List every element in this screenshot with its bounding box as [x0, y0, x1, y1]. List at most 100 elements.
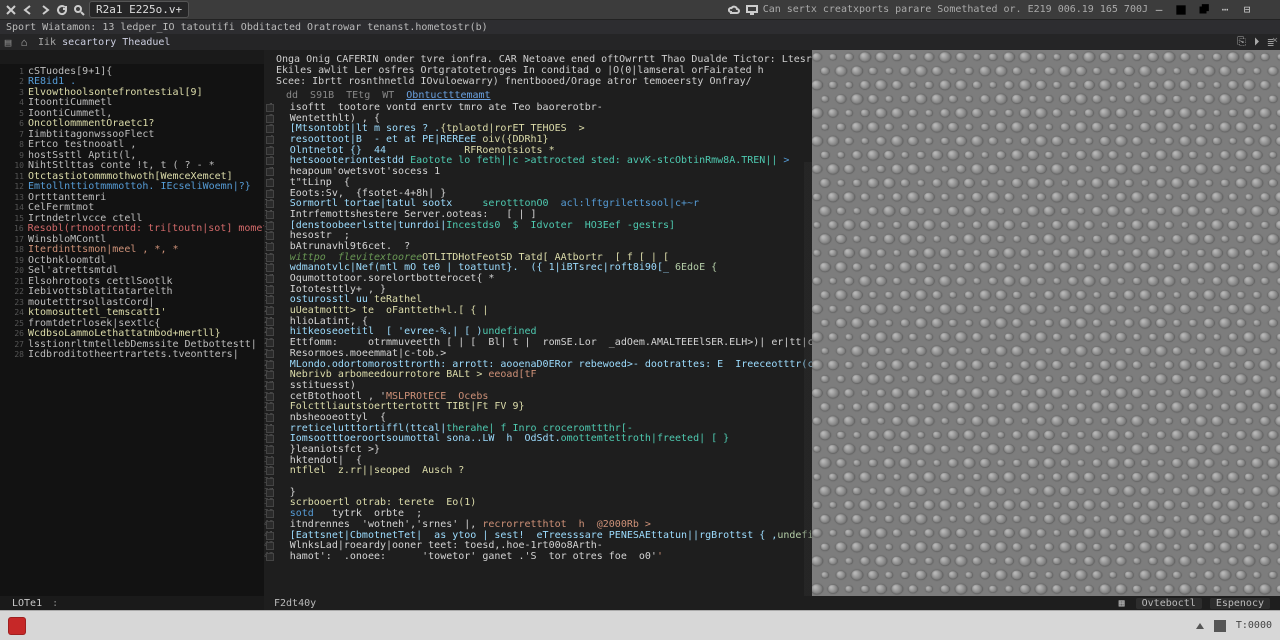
sidebar-item[interactable]: 26WcdbsoLammoLethattatmbod+mertll} — [14, 329, 264, 340]
code-line[interactable]: Folcttliautstoerttertottt TIBt|Ft FV 9} — [278, 401, 812, 412]
code-line[interactable]: t"tLinp { — [278, 177, 812, 188]
tray-flag-icon[interactable] — [1214, 620, 1226, 632]
sidebar-item[interactable]: 22Iebivottsblatitatartelth — [14, 287, 264, 298]
code-lines[interactable]: isoftt tootore vontd enrtv tmro ate Teo … — [278, 101, 812, 626]
code-line[interactable]: WlnksLad|roeardy|ooner teet: toesd,.hoe-… — [278, 540, 812, 551]
path-input[interactable]: R2a1 E225o.v+ — [89, 1, 189, 18]
code-line[interactable]: Olntnetot {} 44 RFRoenotsiots * — [278, 145, 812, 156]
code-line[interactable]: ntflel z.rr||seoped Ausch ? — [278, 465, 812, 476]
code-line[interactable]: Ettfomm: otrmmuveetth [ | [ Bl| t | romS… — [278, 337, 812, 348]
sidebar-item[interactable]: 4ItoontiCummetl — [14, 98, 264, 109]
copy-icon[interactable]: ⎘ — [1237, 35, 1246, 49]
editor-tab[interactable]: WT — [382, 90, 394, 101]
sidebar-item[interactable]: 11Otctastiotommmothwoth[WemceXemcet] — [14, 171, 264, 182]
sidebar-item[interactable]: 23moutetttrsollastCord| — [14, 297, 264, 308]
code-line[interactable]: itndrennes 'wotneh','srnes' |, recrorret… — [278, 519, 812, 530]
tab-close-icon[interactable]: × — [1272, 35, 1278, 46]
editor-tab[interactable]: TEtg — [346, 90, 370, 101]
code-line[interactable] — [278, 476, 812, 487]
sidebar-item[interactable]: 5IoontiCummetl, — [14, 108, 264, 119]
code-line[interactable]: } — [278, 487, 812, 498]
sidebar-item[interactable]: 8Ertco testnooatl , — [14, 140, 264, 151]
back-icon[interactable] — [21, 3, 35, 17]
wclose-icon[interactable] — [1262, 3, 1276, 17]
code-line[interactable]: hamot': .onoee: 'towetor' ganet .'S tor … — [278, 551, 812, 562]
sidebar-item[interactable]: 16Resobl(rtnootrcntd: tri[toutn|sot] mom… — [14, 224, 264, 235]
code-line[interactable]: hlioLatint, { — [278, 316, 812, 327]
code-line[interactable]: Iototesttly+ , } — [278, 284, 812, 295]
sidebar-item[interactable]: 7IimbtitagonwssooFlect — [14, 129, 264, 140]
restore-icon[interactable] — [1196, 3, 1210, 17]
sidebar-item[interactable]: 12Emtollnttiotmmmottoh. IEcseliWoemn|?} — [14, 182, 264, 193]
sidebar-item[interactable]: 20Sel'atrettsmtdl — [14, 266, 264, 277]
reload-icon[interactable] — [55, 3, 69, 17]
tray-expand-icon[interactable] — [1196, 623, 1204, 629]
code-line[interactable]: wittpo flevitextooreeOTLITDHotFeotSD Tat… — [278, 252, 812, 263]
code-line[interactable]: Sormortl tortae|tatul sootx serotttonO0 … — [278, 198, 812, 209]
home-icon[interactable]: ⌂ — [16, 34, 32, 50]
code-line[interactable]: wdmanotvlc|Nef(mtl mO te0 | toattunt}. (… — [278, 262, 812, 273]
cloud-icon[interactable] — [727, 3, 741, 17]
code-line[interactable]: uUeatmottt> te oFantteth+l.[ { | — [278, 305, 812, 316]
sidebar-item[interactable]: 6OncotlommmentOraetc1? — [14, 119, 264, 130]
code-line[interactable]: osturosstl uu teRathel — [278, 294, 812, 305]
code-line[interactable]: Iomsootttoeroortsoumottal sona..LW h OdS… — [278, 433, 812, 444]
code-line[interactable]: hitkeoseoetitl [ 'evree-%.| [ )undefined — [278, 326, 812, 337]
sidebar-item[interactable]: 17WinsbloMContl — [14, 234, 264, 245]
sidebar-item[interactable]: 15Irtndetrlvcce ctell — [14, 213, 264, 224]
code-line[interactable]: scrbooertl otrab: terete Eo(1) — [278, 497, 812, 508]
code-line[interactable]: }leaniotsfct >} — [278, 444, 812, 455]
status-chip[interactable]: Espenocy — [1210, 598, 1270, 609]
sidebar-item[interactable]: 24ktomosuttetl_temscatt1' — [14, 308, 264, 319]
code-line[interactable]: Wentetthlt) , { — [278, 113, 812, 124]
sidebar-item[interactable]: 27lsstionrltmtellebDemssite Detbottestt| — [14, 339, 264, 350]
breadcrumb[interactable]: Iik secartory Theaduel — [32, 34, 1231, 50]
editor-tab[interactable]: S91B — [310, 90, 334, 101]
sidebar-item[interactable]: 1cSTuodes[9+1]{ — [14, 66, 264, 77]
code-line[interactable]: Resormoes.moeemmat|c-tob.> — [278, 348, 812, 359]
sidebar-item[interactable]: 18Iterdinttsmon|meel , *, * — [14, 245, 264, 256]
sidebar-item[interactable]: 3Elvowthoolsontefrontestial[9] — [14, 87, 264, 98]
status-grid-icon[interactable]: ▦ — [1116, 597, 1128, 609]
editor-tab[interactable]: dd — [286, 90, 298, 101]
code-line[interactable]: cetBtothootl , 'MSLPROtECE Ocebs — [278, 391, 812, 402]
code-line[interactable]: bAtrunavhl9t6cet. ? — [278, 241, 812, 252]
code-line[interactable]: [Mtsontobt|lt m sores ? .{tplaotd|rorET … — [278, 123, 812, 134]
editor-tab[interactable]: Obntuctttemamt — [406, 90, 490, 101]
code-line[interactable]: Intrfemottshestere Server.ooteas: [ | ] — [278, 209, 812, 220]
pin-icon[interactable]: ⊟ — [1240, 3, 1254, 17]
sidebar-item[interactable]: 14CelFermtmot — [14, 203, 264, 214]
code-line[interactable]: Oqumottotoor.sorelortbotterocet{ * — [278, 273, 812, 284]
forward-icon[interactable] — [38, 3, 52, 17]
code-line[interactable]: sotd tytrk orbte ; — [278, 508, 812, 519]
code-line[interactable]: sstituesst) — [278, 380, 812, 391]
breadcrumb-item[interactable]: secartory Theaduel — [62, 37, 170, 48]
sidebar-item[interactable]: 25fromtdetrlosek|sextlc{ — [14, 318, 264, 329]
code-line[interactable]: hesostr ; — [278, 230, 812, 241]
sidebar-item[interactable]: 21Elsohrotoots cettlSootlk — [14, 276, 264, 287]
code-line[interactable]: [denstoobeerlstte|tunrdoi|Incestds0 $ Id… — [278, 220, 812, 231]
sidebar-item[interactable]: 13Ortttanttemri — [14, 192, 264, 203]
sidebar-item[interactable]: 9hostSsttl Aptit(l, — [14, 150, 264, 161]
sidebar-item[interactable]: 28Icdbroditotheertrartets.tveontters| — [14, 350, 264, 361]
code-line[interactable]: nbsheooeottyl { — [278, 412, 812, 423]
code-line[interactable]: hktendot| { — [278, 455, 812, 466]
preview-panel[interactable] — [812, 50, 1280, 626]
code-line[interactable]: heapoum'owetsvot'socess 1 — [278, 166, 812, 177]
code-line[interactable]: [Eattsnet|CbmotnetTet| as ytoo | sest! e… — [278, 530, 812, 541]
close-icon[interactable] — [4, 3, 18, 17]
code-line[interactable]: rreticelutttortiffl(ttcal|therahe| f Inr… — [278, 423, 812, 434]
monitor-icon[interactable] — [745, 3, 759, 17]
sidebar-item[interactable]: 2RE8id1 . — [14, 77, 264, 88]
explorer-icon[interactable]: ▤ — [0, 34, 16, 50]
minimize-icon[interactable]: — — [1152, 3, 1166, 17]
code-line[interactable]: Eoots:Sv, {fsotet-4+8h| } — [278, 188, 812, 199]
code-line[interactable]: resoottoot|B - et at PE|REREeE oiv({DDRh… — [278, 134, 812, 145]
maximize-icon[interactable] — [1174, 3, 1188, 17]
overflow-icon[interactable]: ⋯ — [1218, 3, 1232, 17]
code-line[interactable]: MLondo.odortomorosttrorth: arrott: aooen… — [278, 359, 812, 370]
code-area[interactable]: 1234567891011121314151617181920212223242… — [264, 101, 812, 626]
code-line[interactable]: isoftt tootore vontd enrtv tmro ate Teo … — [278, 102, 812, 113]
sidebar-item[interactable]: 19Octbnkloomtdl — [14, 255, 264, 266]
taskbar-app[interactable] — [8, 617, 26, 635]
